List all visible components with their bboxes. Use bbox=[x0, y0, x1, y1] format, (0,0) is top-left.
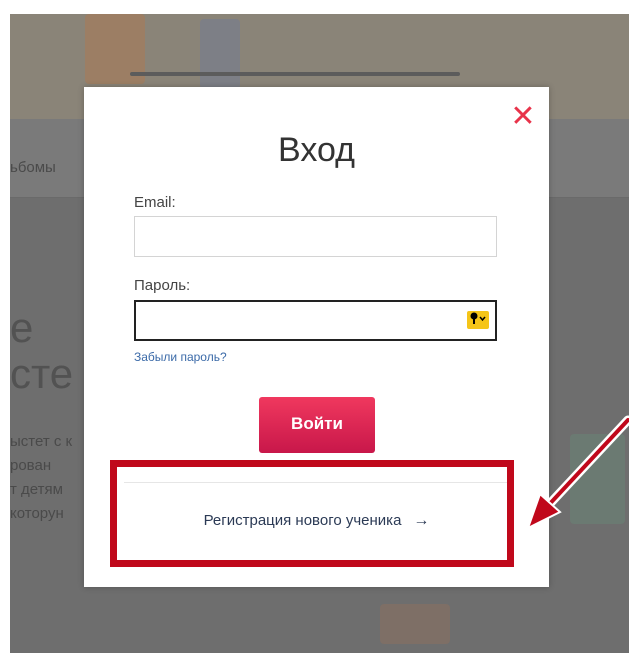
annotation-arrow bbox=[526, 415, 629, 531]
